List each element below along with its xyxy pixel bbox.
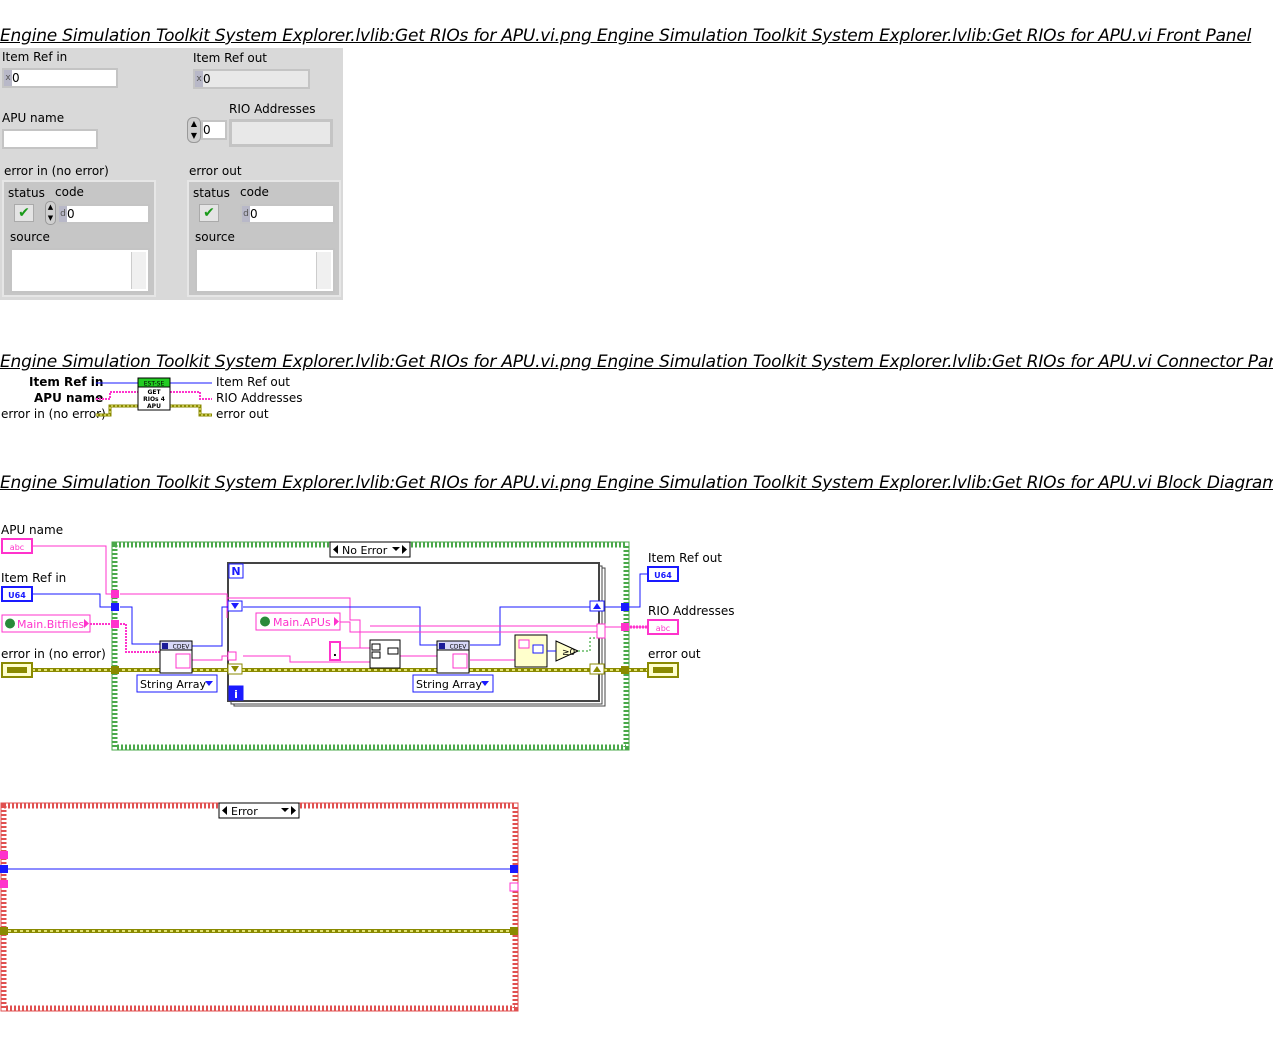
loop-count-terminal: N xyxy=(231,565,240,578)
error-out-terminal xyxy=(647,662,679,678)
bd-item-ref-out-label: Item Ref out xyxy=(648,551,723,565)
loop-iteration-terminal: i xyxy=(234,688,238,701)
bd-error-in-label: error in (no error) xyxy=(1,647,106,661)
vi-icon-line-1: GET xyxy=(147,389,161,396)
cdev-label-1: CDEV xyxy=(173,644,191,651)
bd-error-out-label: error out xyxy=(648,647,701,661)
string-array-label-2: String Array xyxy=(416,678,482,691)
case-selector-error-label: Error xyxy=(231,805,258,818)
string-array-label-1: String Array xyxy=(140,678,206,691)
item-ref-out-terminal-type: U64 xyxy=(654,571,672,580)
case-selector-label: No Error xyxy=(342,544,388,557)
concatenate-strings-node xyxy=(369,639,401,669)
bd-apu-name-label: APU name xyxy=(1,523,64,537)
main-bitfiles-label: Main.Bitfiles xyxy=(17,618,84,631)
diagram-wires: EST-SE GET RIOs 4 APU No Error N i CDEV … xyxy=(0,377,679,1012)
vi-icon-line-3: APU xyxy=(147,403,161,410)
apu-name-terminal-type: abc xyxy=(10,543,24,552)
case-structure-error xyxy=(0,802,519,1012)
vi-icon-header: EST-SE xyxy=(144,381,165,388)
vi-icon-line-2: RIOs 4 xyxy=(143,396,165,403)
compare-label: ≥0 xyxy=(562,648,576,658)
cdev-label-2: CDEV xyxy=(450,644,468,651)
search-array-node xyxy=(514,634,548,668)
bd-item-ref-in-label: Item Ref in xyxy=(1,571,67,585)
item-ref-in-terminal-type: U64 xyxy=(8,591,26,600)
error-in-terminal xyxy=(1,662,33,678)
main-apus-label: Main.APUs xyxy=(273,616,331,629)
bd-rio-addresses-label: RIO Addresses xyxy=(648,604,735,618)
rio-addresses-terminal-type: abc xyxy=(656,624,670,633)
dot-constant-text: . xyxy=(333,646,337,659)
